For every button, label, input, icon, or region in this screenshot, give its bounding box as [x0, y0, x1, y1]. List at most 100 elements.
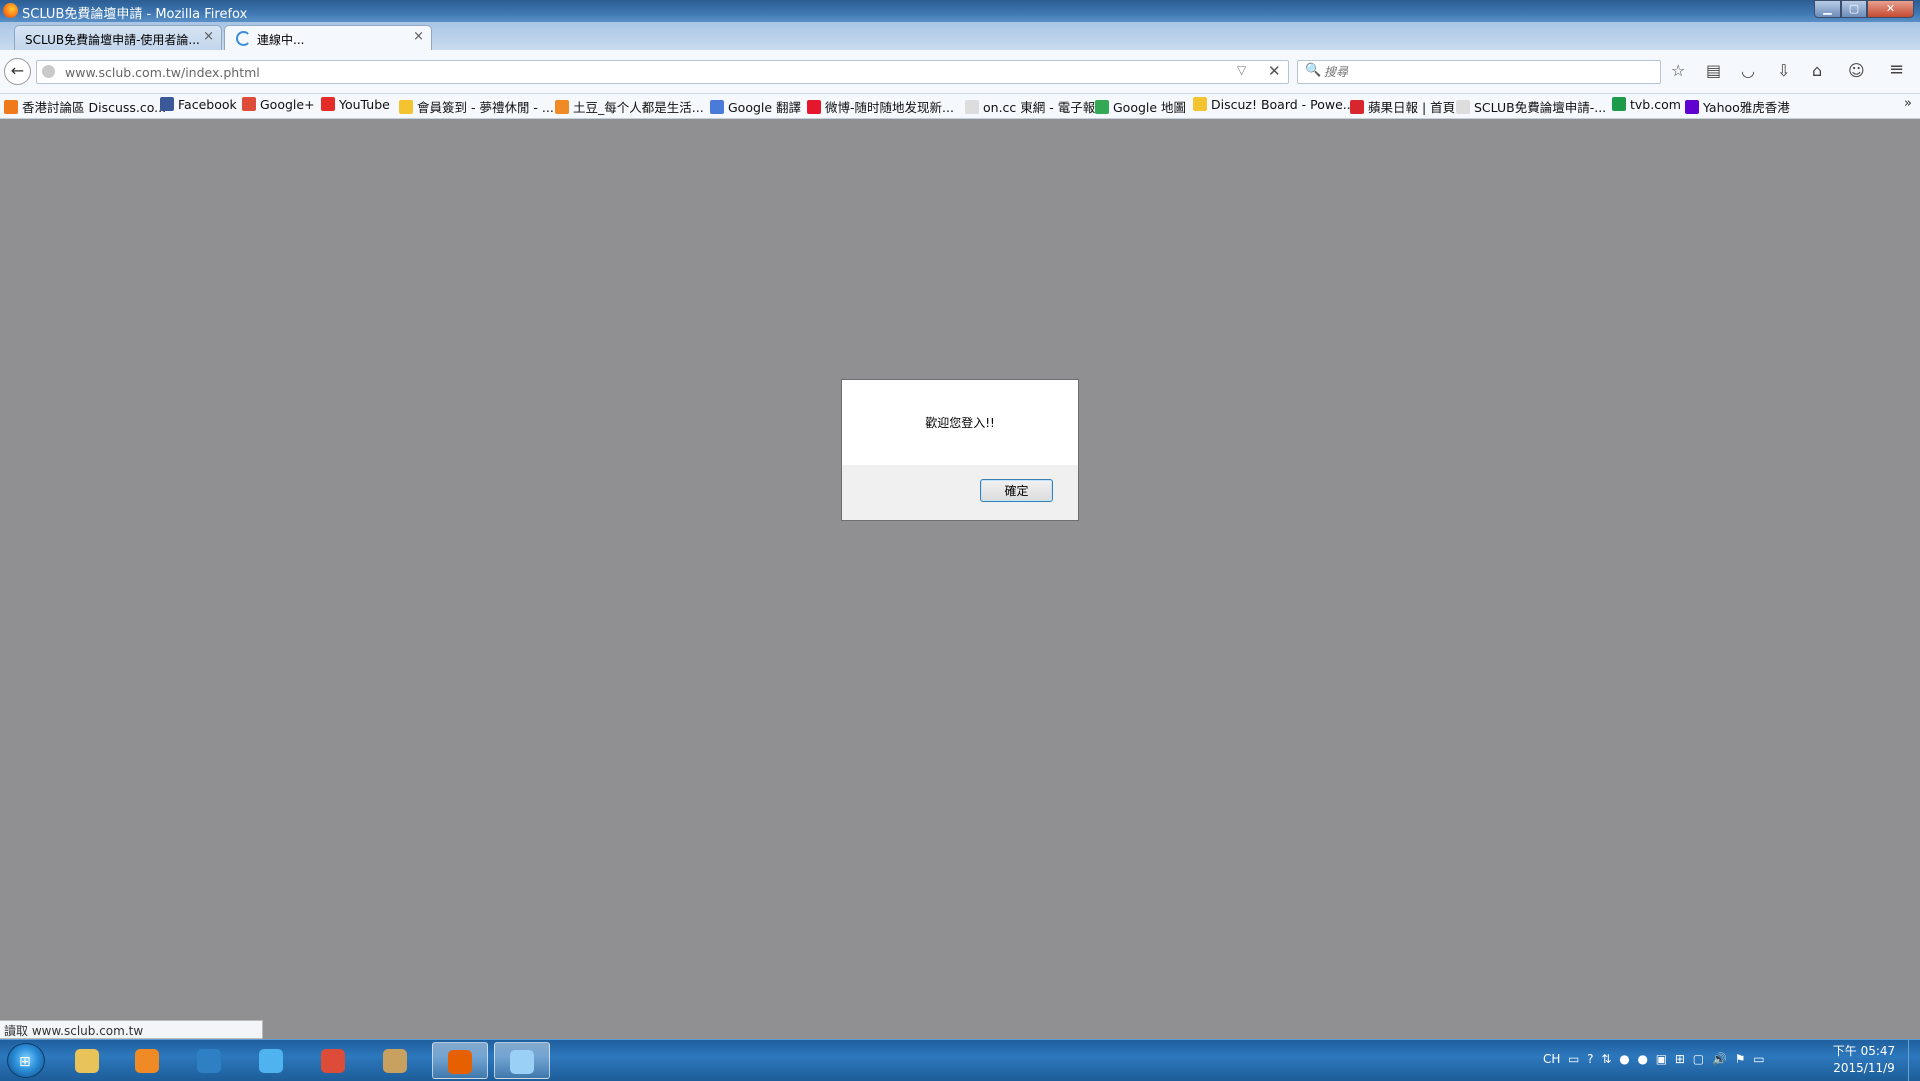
bookmark-favicon-icon	[1612, 97, 1626, 111]
loading-spinner-icon	[236, 31, 251, 46]
taskbar-app-firefox[interactable]	[432, 1042, 488, 1079]
bookmark-favicon-icon	[1095, 100, 1109, 114]
search-input[interactable]	[1324, 62, 1654, 82]
bookmark-label: on.cc 東網 - 電子報	[983, 100, 1096, 115]
bookmark-label: 會員簽到 - 夢禮休閒 - ...	[417, 100, 554, 115]
downloads-icon[interactable]: ⇩	[1777, 61, 1790, 80]
bookmark-item[interactable]: Discuz! Board - Powe...	[1193, 97, 1355, 115]
bookmark-item[interactable]: Yahoo雅虎香港	[1685, 97, 1790, 115]
tab-close-icon[interactable]: ×	[203, 29, 214, 44]
search-icon[interactable]: 🔍	[1305, 63, 1321, 78]
bookmark-item[interactable]: on.cc 東網 - 電子報	[965, 97, 1095, 115]
bookmark-label: 微博-随时随地发现新...	[825, 100, 954, 115]
alert-dialog-body: 歡迎您登入!!	[842, 380, 1078, 465]
bookmark-star-icon[interactable]: ☆	[1671, 61, 1685, 80]
close-window-button[interactable]: ✕	[1867, 0, 1914, 18]
clock-time: 下午 05:47	[1832, 1044, 1896, 1058]
alert-dialog: 歡迎您登入!! 確定	[841, 379, 1079, 521]
status-panel: 讀取 www.sclub.com.tw	[0, 1020, 263, 1039]
system-tray-icons[interactable]: ▭ ? ⇅ ● ● ▣ ⊞ ▢ 🔊 ⚑ ▭	[1568, 1052, 1767, 1066]
bookmark-favicon-icon	[1456, 100, 1470, 114]
folder-icon	[75, 1049, 99, 1073]
page-content-overlay: 歡迎您登入!! 確定	[0, 119, 1920, 1039]
chrome-icon	[321, 1049, 345, 1073]
input-language-indicator[interactable]: CH	[1543, 1052, 1560, 1066]
bookmark-item[interactable]: Google 翻譯	[710, 97, 801, 115]
bookmark-label: Facebook	[178, 97, 237, 112]
back-button[interactable]: ←	[4, 58, 31, 85]
kmplayer-icon	[197, 1049, 221, 1073]
clock-date: 2015/11/9	[1833, 1061, 1895, 1075]
menu-icon[interactable]: ≡	[1889, 59, 1904, 80]
bookmark-label: Google 地圖	[1113, 100, 1187, 115]
tab-label: 連線中...	[257, 33, 305, 47]
firefox-icon	[448, 1050, 472, 1074]
bookmark-label: 蘋果日報 | 首頁	[1368, 100, 1456, 115]
bookmark-item[interactable]: Google 地圖	[1095, 97, 1186, 115]
bookmark-favicon-icon	[1193, 97, 1207, 111]
taskbar-app-kmplayer[interactable]	[182, 1042, 238, 1079]
tab-sclub-forum[interactable]: SCLUB免費論壇申請-使用者論... ×	[14, 25, 222, 50]
tab-label: SCLUB免費論壇申請-使用者論...	[25, 33, 200, 47]
status-text: 讀取 www.sclub.com.tw	[4, 1024, 144, 1038]
bookmark-label: tvb.com	[1630, 97, 1681, 112]
alert-message: 歡迎您登入!!	[925, 416, 995, 430]
tab-close-icon[interactable]: ×	[413, 29, 424, 44]
taskbar-app-paint[interactable]	[494, 1042, 550, 1079]
taskbar-app-media-player[interactable]	[120, 1042, 176, 1079]
library-icon[interactable]: ▤	[1706, 61, 1721, 80]
tab-loading[interactable]: 連線中... ×	[224, 25, 432, 50]
bookmark-item[interactable]: Facebook	[160, 97, 237, 115]
pocket-icon[interactable]: ◡	[1741, 61, 1755, 80]
bookmark-label: 土豆_每个人都是生活...	[573, 100, 704, 115]
taskbar-app-explorer[interactable]	[60, 1042, 116, 1079]
taskbar: ⊞ CH ▭ ? ⇅ ● ● ▣ ⊞ ▢ 🔊 ⚑ ▭ 下午 05:47 2015…	[0, 1039, 1920, 1081]
bookmark-favicon-icon	[1685, 100, 1699, 114]
minimize-button[interactable]: ▁	[1814, 0, 1841, 18]
window-titlebar[interactable]: SCLUB免費論壇申請 - Mozilla Firefox ▁ ▢ ✕	[0, 0, 1920, 22]
bookmarks-toolbar: 香港討論區 Discuss.co... Facebook Google+ You…	[0, 94, 1920, 119]
search-bar[interactable]: 🔍	[1297, 60, 1661, 84]
bookmark-favicon-icon	[807, 100, 821, 114]
url-bar[interactable]: ▽ ✕	[36, 60, 1289, 84]
bookmark-favicon-icon	[399, 100, 413, 114]
bookmark-item[interactable]: YouTube	[321, 97, 390, 115]
bookmark-item[interactable]: SCLUB免費論壇申請-...	[1456, 97, 1606, 115]
bookmark-label: YouTube	[339, 97, 390, 112]
taskbar-app-internet-explorer[interactable]	[244, 1042, 300, 1079]
url-input[interactable]	[65, 62, 1225, 82]
bookmark-label: Google+	[260, 97, 315, 112]
bookmark-item[interactable]: 微博-随时随地发现新...	[807, 97, 954, 115]
tab-strip: SCLUB免費論壇申請-使用者論... × 連線中... × +	[0, 22, 1920, 68]
home-icon[interactable]: ⌂	[1812, 61, 1822, 80]
bookmark-favicon-icon	[710, 100, 724, 114]
bookmark-item[interactable]: 香港討論區 Discuss.co...	[4, 97, 166, 115]
site-identity-icon[interactable]	[42, 65, 55, 78]
bookmark-favicon-icon	[4, 100, 18, 114]
show-desktop-button[interactable]	[1908, 1040, 1920, 1081]
start-button[interactable]: ⊞	[7, 1043, 45, 1078]
windows-logo-icon: ⊞	[19, 1054, 31, 1070]
history-dropdown-icon[interactable]: ▽	[1237, 63, 1246, 77]
maximize-button[interactable]: ▢	[1841, 0, 1867, 18]
bookmark-label: SCLUB免費論壇申請-...	[1474, 100, 1607, 115]
bookmark-favicon-icon	[160, 97, 174, 111]
internet-explorer-icon	[259, 1049, 283, 1073]
media-player-icon	[135, 1049, 159, 1073]
taskbar-app-chrome[interactable]	[306, 1042, 362, 1079]
bookmark-item[interactable]: 土豆_每个人都是生活...	[555, 97, 704, 115]
system-clock[interactable]: 下午 05:47 2015/11/9	[1828, 1043, 1900, 1077]
chat-icon[interactable]: ☺	[1848, 61, 1865, 80]
ok-button[interactable]: 確定	[980, 479, 1053, 502]
bookmark-label: Discuz! Board - Powe...	[1211, 97, 1355, 112]
navigation-toolbar: ← ▽ ✕ 🔍 ☆ ▤ ◡ ⇩ ⌂ ☺ ≡	[0, 50, 1920, 94]
bookmarks-overflow-button[interactable]: »	[1904, 96, 1912, 111]
bookmark-label: 香港討論區 Discuss.co...	[22, 100, 167, 115]
bookmark-item[interactable]: tvb.com	[1612, 97, 1681, 115]
stop-loading-button[interactable]: ✕	[1268, 62, 1281, 80]
bookmark-item[interactable]: 蘋果日報 | 首頁	[1350, 97, 1455, 115]
bookmark-item[interactable]: 會員簽到 - 夢禮休閒 - ...	[399, 97, 554, 115]
taskbar-app-tools[interactable]	[368, 1042, 424, 1079]
bookmark-favicon-icon	[1350, 100, 1364, 114]
bookmark-item[interactable]: Google+	[242, 97, 315, 115]
